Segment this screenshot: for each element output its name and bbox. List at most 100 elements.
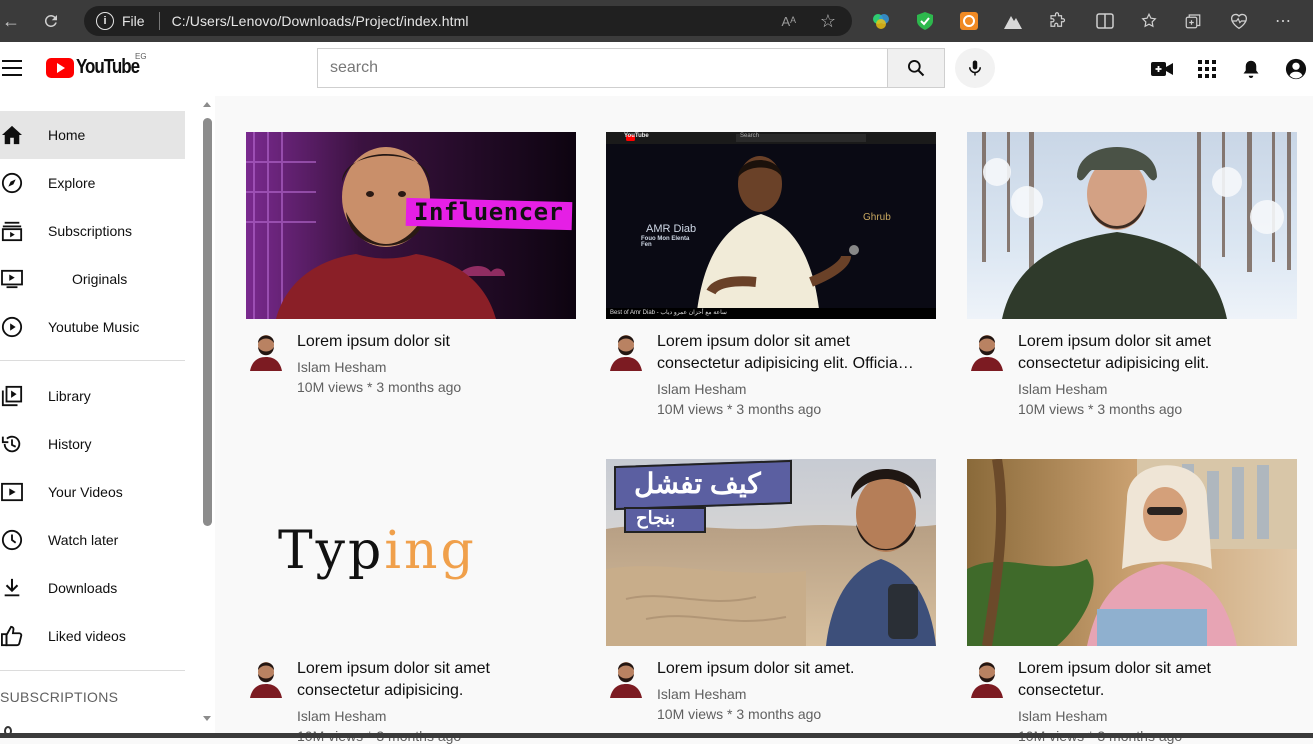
address-divider: [158, 12, 160, 30]
library-icon: [0, 384, 24, 408]
extension-shield-icon[interactable]: [914, 10, 936, 32]
sidebar-item-label: Home: [48, 127, 86, 143]
extension-orange-icon[interactable]: [958, 10, 980, 32]
sidebar-item-label: Explore: [48, 175, 96, 191]
account-avatar-icon[interactable]: [1282, 55, 1310, 83]
subscriptions-icon: [0, 219, 24, 243]
reload-icon[interactable]: [40, 10, 62, 32]
voice-search-button[interactable]: [955, 48, 995, 88]
sidebar-scrollbar[interactable]: [200, 96, 215, 738]
channel-name[interactable]: Islam Hesham: [297, 708, 386, 724]
thumbnail-text: Influencer: [414, 198, 564, 226]
sidebar-item-your-videos[interactable]: Your Videos: [0, 468, 185, 516]
channel-avatar[interactable]: [969, 658, 1005, 698]
health-heart-icon[interactable]: [1228, 10, 1250, 32]
apps-grid-icon[interactable]: [1193, 55, 1221, 83]
sidebar-item-history[interactable]: History: [0, 420, 185, 468]
sidebar-item-downloads[interactable]: Downloads: [0, 564, 185, 612]
sidebar-item-explore[interactable]: Explore: [0, 159, 185, 207]
favorite-star-icon[interactable]: ☆: [820, 11, 836, 32]
video-title[interactable]: Lorem ipsum dolor sit amet consectetur a…: [657, 331, 927, 375]
collections-icon[interactable]: [1182, 10, 1204, 32]
address-bar[interactable]: i File C:/Users/Lenovo/Downloads/Project…: [84, 6, 852, 36]
video-thumbnail[interactable]: Influencer: [246, 132, 576, 319]
video-title[interactable]: Lorem ipsum dolor sit amet consectetur a…: [1018, 331, 1288, 375]
extension-mountain-icon[interactable]: [1002, 10, 1024, 32]
channel-name[interactable]: Islam Hesham: [1018, 708, 1107, 724]
favorites-icon[interactable]: [1138, 10, 1160, 32]
sidebar-item-liked-videos[interactable]: Liked videos: [0, 612, 185, 660]
notifications-bell-icon[interactable]: [1237, 55, 1265, 83]
video-card[interactable]: Influencer Lorem ipsum dolor sit Islam H…: [246, 132, 576, 395]
sidebar-item-label: Watch later: [48, 532, 119, 548]
channel-avatar[interactable]: [248, 331, 284, 371]
extension-colorful-icon[interactable]: [870, 10, 892, 32]
video-thumbnail[interactable]: [967, 132, 1297, 319]
channel-name[interactable]: Islam Hesham: [657, 686, 746, 702]
sidebar-divider: [0, 670, 185, 671]
video-thumbnail[interactable]: كيف تفشل بنجاح: [606, 459, 936, 646]
video-title[interactable]: Lorem ipsum dolor sit: [297, 331, 567, 353]
video-card[interactable]: Lorem ipsum dolor sit amet consectetur a…: [967, 132, 1297, 417]
region-code: EG: [135, 52, 147, 61]
thumbnail-subtext: Fouo Mon Elenta Fen: [641, 236, 690, 248]
sidebar-item-home[interactable]: Home: [0, 111, 185, 159]
sidebar-item-watch-later[interactable]: Watch later: [0, 516, 185, 564]
search-input[interactable]: search: [317, 48, 888, 88]
youtube-logo-text: YouTube: [76, 56, 140, 78]
create-video-icon[interactable]: [1148, 55, 1176, 83]
search-button[interactable]: [887, 48, 945, 88]
thumbnail-text-part-a: Typ: [278, 521, 385, 581]
read-aloud-icon[interactable]: Aᴬ: [781, 14, 796, 29]
channel-name[interactable]: Islam Hesham: [657, 381, 746, 397]
browser-toolbar: ← i File C:/Users/Lenovo/Downloads/Proje…: [0, 0, 1313, 42]
back-icon[interactable]: ←: [0, 10, 22, 32]
history-icon: [0, 432, 24, 456]
compass-icon: [0, 171, 24, 195]
video-thumbnail[interactable]: YouTube Search AMR Diab Fouo Mon Elenta …: [606, 132, 936, 319]
channel-avatar[interactable]: [608, 331, 644, 371]
channel-avatar[interactable]: [969, 331, 1005, 371]
youtube-play-icon: [46, 57, 74, 78]
sidebar-divider: [0, 360, 185, 361]
extensions-puzzle-icon[interactable]: [1046, 10, 1068, 32]
address-url[interactable]: C:/Users/Lenovo/Downloads/Project/index.…: [172, 13, 469, 29]
hamburger-menu-icon[interactable]: [2, 60, 22, 76]
video-card[interactable]: Lorem ipsum dolor sit amet consectetur. …: [967, 459, 1297, 744]
sidebar-item-label: Your Videos: [48, 484, 123, 500]
channel-avatar[interactable]: [608, 658, 644, 698]
scrollbar-thumb[interactable]: [203, 118, 212, 526]
video-thumbnail[interactable]: Typing: [246, 459, 576, 646]
thumbnail-bottom-text: Best of Amr Diab - ساعة مع أحزان عمرو دي…: [610, 310, 727, 316]
video-title[interactable]: Lorem ipsum dolor sit amet consectetur a…: [297, 658, 567, 702]
video-card[interactable]: Typing Lorem ipsum dolor sit amet consec…: [246, 459, 576, 744]
more-options-icon[interactable]: ⋯: [1272, 10, 1294, 32]
sidebar-item-label: Library: [48, 388, 91, 404]
thumbnail-text: كيف تفشل: [634, 468, 761, 499]
sidebar-item-subscriptions[interactable]: Subscriptions: [0, 207, 185, 255]
sidebar: Home Explore Subscriptions Originals You…: [0, 96, 200, 738]
video-title[interactable]: Lorem ipsum dolor sit amet consectetur.: [1018, 658, 1288, 702]
thumbnail-text: Typing: [278, 521, 477, 581]
thumbnail-search-text: Search: [740, 133, 760, 139]
channel-avatar[interactable]: [248, 658, 284, 698]
clock-icon: [0, 528, 24, 552]
scroll-down-arrow-icon[interactable]: [203, 716, 211, 721]
video-title[interactable]: Lorem ipsum dolor sit amet.: [657, 658, 927, 680]
youtube-logo[interactable]: YouTube EG: [46, 52, 150, 79]
video-meta: 10M views * 3 months ago: [657, 401, 822, 417]
info-icon[interactable]: i: [96, 12, 114, 30]
split-screen-icon[interactable]: [1094, 10, 1116, 32]
video-card[interactable]: YouTube Search AMR Diab Fouo Mon Elenta …: [606, 132, 936, 417]
thumbnail-text: AMR Diab: [646, 223, 697, 235]
scroll-up-arrow-icon[interactable]: [203, 102, 211, 107]
download-icon: [0, 576, 24, 600]
video-thumbnail[interactable]: [967, 459, 1297, 646]
video-card[interactable]: كيف تفشل بنجاح Lorem ipsum dolor sit ame…: [606, 459, 936, 722]
sidebar-item-library[interactable]: Library: [0, 372, 185, 420]
channel-name[interactable]: Islam Hesham: [297, 359, 386, 375]
channel-name[interactable]: Islam Hesham: [1018, 381, 1107, 397]
sidebar-item-youtube-music[interactable]: Youtube Music: [0, 303, 185, 351]
sidebar-item-originals[interactable]: Originals: [0, 255, 185, 303]
home-icon: [0, 123, 24, 147]
